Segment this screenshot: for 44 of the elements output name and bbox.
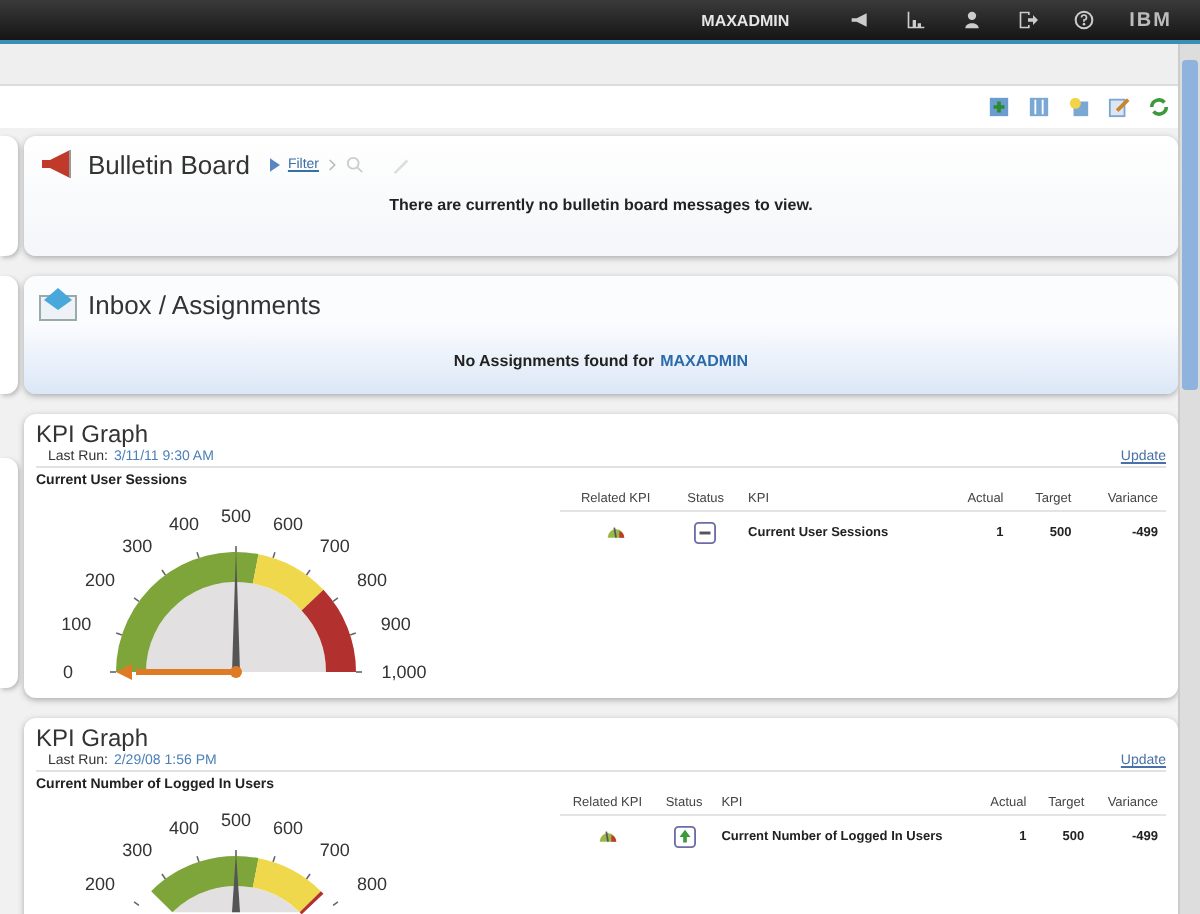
play-icon bbox=[269, 157, 280, 171]
gauge-tick-label: 300 bbox=[122, 839, 153, 860]
side-panel bbox=[0, 136, 18, 256]
chevron-icon bbox=[327, 157, 338, 171]
gauge-tick-label: 0 bbox=[63, 662, 73, 682]
layout-icon[interactable] bbox=[1028, 96, 1050, 118]
envelope-icon bbox=[36, 284, 80, 324]
gauge-tick-label: 200 bbox=[85, 874, 116, 895]
empty-message: There are currently no bulletin board messages to view. bbox=[387, 196, 815, 214]
empty-message: No Assignments found for bbox=[453, 352, 655, 370]
gauge-tick-label: 200 bbox=[85, 570, 116, 591]
refresh-icon[interactable] bbox=[1148, 96, 1170, 118]
scrollbar-thumb[interactable] bbox=[1182, 60, 1198, 390]
gauge-tick-label: 900 bbox=[380, 613, 411, 634]
gauge-tick-label: 100 bbox=[61, 613, 92, 634]
gauge-tick-label: 500 bbox=[220, 506, 252, 526]
ibm-logo: IBM bbox=[1129, 9, 1172, 31]
gauge-tick-label: 600 bbox=[272, 513, 303, 534]
gauge-tick-label: 300 bbox=[122, 535, 153, 556]
card-title: Bulletin Board bbox=[88, 149, 250, 179]
edit-icon[interactable] bbox=[1108, 96, 1130, 118]
gauge-tick-label: 400 bbox=[169, 817, 200, 838]
side-panel bbox=[0, 276, 18, 394]
help-icon[interactable] bbox=[1073, 10, 1094, 30]
card-title: KPI Graph bbox=[36, 420, 151, 448]
gauge-tick-label: 500 bbox=[220, 810, 252, 830]
megaphone-icon[interactable] bbox=[849, 10, 870, 30]
gauge-icon[interactable] bbox=[597, 826, 618, 844]
user-name: MAXADMIN bbox=[701, 11, 790, 29]
gauge-icon[interactable] bbox=[605, 522, 626, 540]
gauge-tick-label: 600 bbox=[272, 817, 303, 838]
card-title: Inbox / Assignments bbox=[88, 289, 321, 319]
chart-icon[interactable] bbox=[905, 10, 926, 30]
gauge-tick-label: 700 bbox=[319, 535, 350, 556]
person-icon[interactable] bbox=[961, 10, 982, 30]
scrollbar[interactable] bbox=[1178, 44, 1200, 914]
gauge-tick-label: 800 bbox=[356, 570, 387, 591]
gauge-tick-label: 400 bbox=[169, 513, 200, 534]
user-name: MAXADMIN bbox=[660, 352, 749, 370]
gauge-tick-label: 700 bbox=[319, 839, 350, 860]
card-title: KPI Graph bbox=[36, 724, 151, 752]
gauge-tick-label: 800 bbox=[356, 874, 387, 895]
gauge-tick-label: 1,000 bbox=[381, 662, 427, 682]
logout-icon[interactable] bbox=[1017, 10, 1038, 30]
